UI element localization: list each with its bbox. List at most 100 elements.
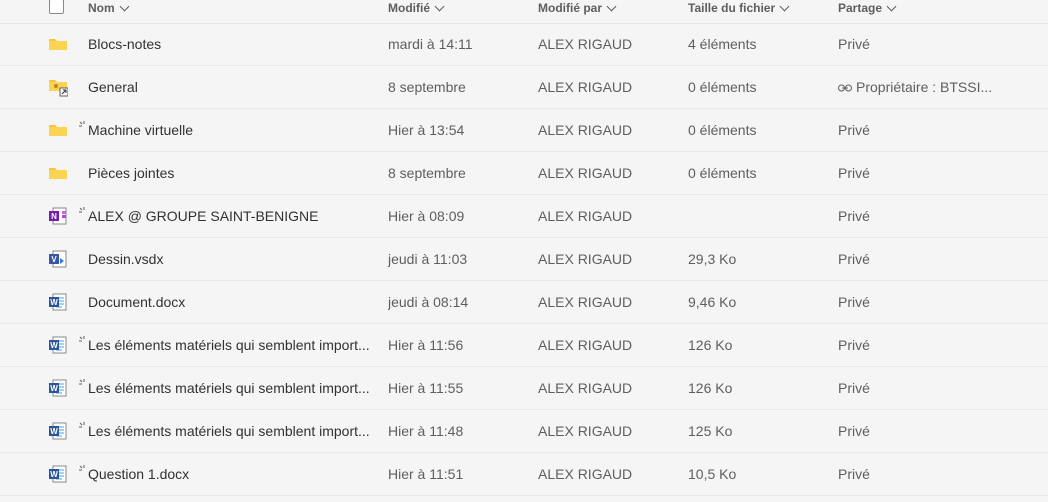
sharing-label: Privé xyxy=(838,36,870,52)
file-size: 0 éléments xyxy=(688,122,757,138)
link-icon xyxy=(838,79,856,95)
table-row[interactable]: W Document.docx jeudi à 08:14 ALEX RIGAUD 9,… xyxy=(0,281,1048,324)
folder-icon xyxy=(48,163,68,183)
modified-date: jeudi à 11:03 xyxy=(388,251,468,267)
modified-by: ALEX RIGAUD xyxy=(538,79,633,95)
sharing-status: Privé xyxy=(838,367,1038,410)
folder-icon xyxy=(48,34,68,54)
modified-by: ALEX RIGAUD xyxy=(538,122,633,138)
modified-by: ALEX RIGAUD xyxy=(538,36,633,52)
modified-by: ALEX RIGAUD xyxy=(538,294,633,310)
column-size[interactable]: Taille du fichier xyxy=(688,1,790,15)
sharing-label: Privé xyxy=(838,251,870,267)
table-row[interactable]: W Question 1.docx Hier à 11:51 ALEX RIGAUD 1… xyxy=(0,453,1048,496)
sharing-status: Privé xyxy=(838,324,1038,367)
sharing-status: Privé xyxy=(838,238,1038,281)
modified-date: jeudi à 08:14 xyxy=(388,294,469,310)
sharing-label: Privé xyxy=(838,208,870,224)
file-name-link[interactable]: Les éléments matériels qui semblent impo… xyxy=(88,410,373,453)
file-name-link[interactable]: Les éléments matériels qui semblent impo… xyxy=(88,324,373,367)
modified-date: Hier à 11:56 xyxy=(388,337,464,353)
sharing-label: Privé xyxy=(838,122,870,138)
sharing-status: Privé xyxy=(838,281,1038,324)
file-size: 0 éléments xyxy=(688,165,757,181)
column-sharing-label: Partage xyxy=(838,1,883,15)
word-icon: W xyxy=(48,335,68,355)
file-name-link[interactable]: Pièces jointes xyxy=(88,152,373,195)
table-row[interactable]: General 8 septembre ALEX RIGAUD 0 éléments P… xyxy=(0,66,1048,109)
file-name-link[interactable]: Machine virtuelle xyxy=(88,109,373,152)
svg-text:N: N xyxy=(51,212,57,221)
chevron-down-icon xyxy=(779,1,790,12)
table-row[interactable]: V Dessin.vsdx jeudi à 11:03 ALEX RIGAUD 29,3… xyxy=(0,238,1048,281)
chevron-down-icon xyxy=(434,1,445,12)
modified-date: 8 septembre xyxy=(388,165,466,181)
table-row[interactable]: Machine virtuelle Hier à 13:54 ALEX RIGAUD… xyxy=(0,109,1048,152)
sharing-label: Privé xyxy=(838,337,870,353)
sharing-status: Privé xyxy=(838,410,1038,453)
modified-date: Hier à 08:09 xyxy=(388,208,465,224)
file-size: 0 éléments xyxy=(688,79,757,95)
table-row[interactable]: W Les éléments matériels qui semblent imp… xyxy=(0,410,1048,453)
chevron-down-icon xyxy=(606,1,617,12)
modified-date: Hier à 11:48 xyxy=(388,423,464,439)
column-size-label: Taille du fichier xyxy=(688,1,776,15)
column-modified-by[interactable]: Modifié par xyxy=(538,1,617,15)
table-row[interactable]: W Les éléments matériels qui semblent imp… xyxy=(0,324,1048,367)
file-name-link[interactable]: General xyxy=(88,66,373,109)
shared-folder-icon xyxy=(48,77,69,97)
table-row[interactable]: W Les éléments matériels qui semblent imp… xyxy=(0,367,1048,410)
table-row[interactable]: N ALEX @ GROUPE SAINT-BENIGNE Hier à 08:09… xyxy=(0,195,1048,238)
folder-icon xyxy=(48,120,68,140)
modified-by: ALEX RIGAUD xyxy=(538,423,633,439)
column-modified[interactable]: Modifié xyxy=(388,1,445,15)
modified-date: Hier à 11:51 xyxy=(388,466,464,482)
sharing-label: Propriétaire : BTSSI... xyxy=(856,79,993,95)
table-row[interactable]: Blocs-notes mardi à 14:11 ALEX RIGAUD 4 élé… xyxy=(0,23,1048,66)
chevron-down-icon xyxy=(119,1,130,12)
sharing-status: Privé xyxy=(838,109,1038,152)
file-name-link[interactable]: ALEX @ GROUPE SAINT-BENIGNE xyxy=(88,195,373,238)
file-name-link[interactable]: Question 1.docx xyxy=(88,453,373,496)
sharing-status: Propriétaire : BTSSI... xyxy=(838,66,1038,109)
sharing-label: Privé xyxy=(838,380,870,396)
word-icon: W xyxy=(48,421,68,441)
visio-icon: V xyxy=(48,249,68,269)
file-size: 9,46 Ko xyxy=(688,294,737,310)
svg-text:W: W xyxy=(50,298,58,307)
column-header-row: Nom Modifié Modifié par Taille du fichie… xyxy=(0,0,1048,24)
word-icon: W xyxy=(48,378,68,398)
modified-date: Hier à 13:54 xyxy=(388,122,465,138)
sharing-label: Privé xyxy=(838,423,870,439)
file-size: 126 Ko xyxy=(688,380,733,396)
file-size: 29,3 Ko xyxy=(688,251,737,267)
file-size: 4 éléments xyxy=(688,36,757,52)
file-name-link[interactable]: Les éléments matériels qui semblent impo… xyxy=(88,367,373,410)
sharing-status: Privé xyxy=(838,152,1038,195)
file-size: 125 Ko xyxy=(688,423,733,439)
svg-text:W: W xyxy=(50,470,58,479)
sharing-status: Privé xyxy=(838,23,1038,66)
file-name-link[interactable]: Blocs-notes xyxy=(88,23,373,66)
word-icon: W xyxy=(48,292,68,312)
modified-by: ALEX RIGAUD xyxy=(538,380,633,396)
column-sharing[interactable]: Partage xyxy=(838,1,897,15)
svg-text:W: W xyxy=(50,427,58,436)
sharing-label: Privé xyxy=(838,294,870,310)
select-all-checkbox[interactable] xyxy=(49,0,64,14)
column-name[interactable]: Nom xyxy=(88,1,130,15)
file-name-link[interactable]: Document.docx xyxy=(88,281,373,324)
column-modified-by-label: Modifié par xyxy=(538,1,603,15)
modified-date: 8 septembre xyxy=(388,79,466,95)
modified-by: ALEX RIGAUD xyxy=(538,165,633,181)
file-size: 126 Ko xyxy=(688,337,733,353)
table-row[interactable]: Pièces jointes 8 septembre ALEX RIGAUD 0 él… xyxy=(0,152,1048,195)
file-name-link[interactable]: Dessin.vsdx xyxy=(88,238,373,281)
modified-by: ALEX RIGAUD xyxy=(538,466,633,482)
column-name-label: Nom xyxy=(88,1,115,15)
chevron-down-icon xyxy=(886,1,897,12)
column-modified-label: Modifié xyxy=(388,1,430,15)
sharing-label: Privé xyxy=(838,466,870,482)
file-size xyxy=(688,195,828,238)
modified-date: Hier à 11:55 xyxy=(388,380,464,396)
